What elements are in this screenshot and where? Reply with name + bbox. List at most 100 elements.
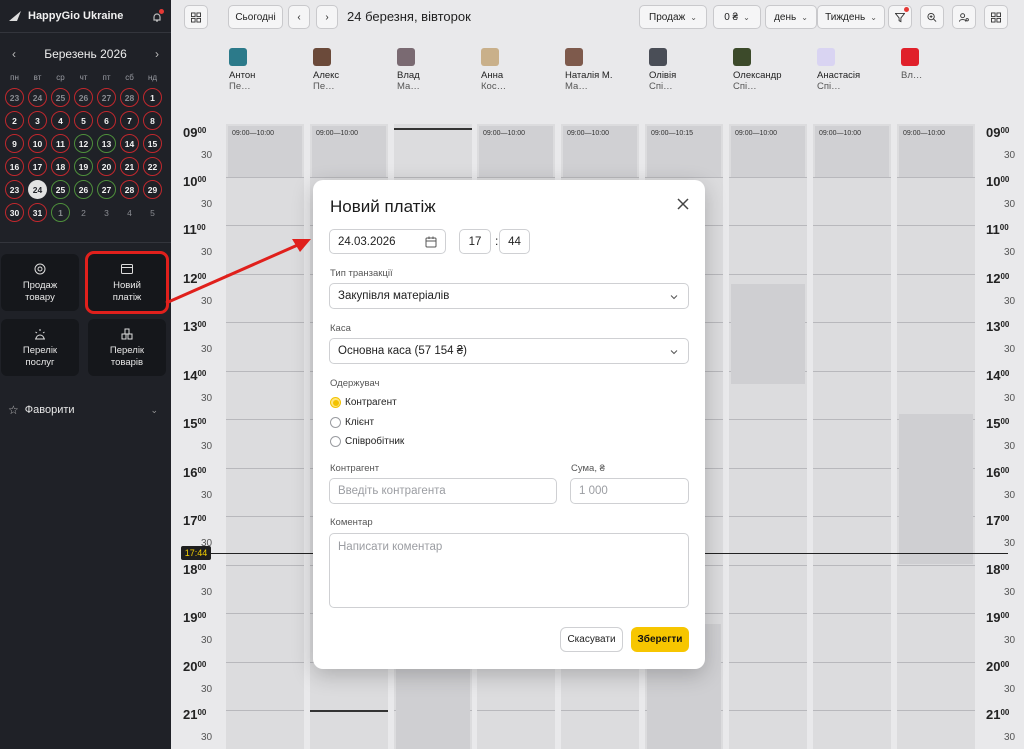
calendar-day[interactable]: 18 [49, 155, 72, 178]
counterparty-input[interactable]: Введіть контрагента [329, 478, 557, 504]
appointment-slot[interactable]: 09:00—10:00 [815, 126, 889, 178]
staff-schedule-column[interactable]: 09:00—10:00 [226, 124, 304, 749]
notifications-bell-icon[interactable] [151, 9, 164, 22]
calendar-day[interactable]: 4 [118, 201, 141, 224]
staff-column-header[interactable]: Владелец [843, 48, 927, 81]
calendar-day[interactable]: 24 [26, 86, 49, 109]
calendar-day[interactable]: 1 [49, 201, 72, 224]
appointment-slot[interactable]: 09:00—10:00 [479, 126, 553, 178]
staff-column-header[interactable]: АннаКосметолог [423, 48, 507, 92]
staff-column-header[interactable]: АнтонПерукар [171, 48, 255, 92]
calendar-day[interactable]: 16 [3, 155, 26, 178]
period-dropdown[interactable]: Тиждень ⌄ [817, 5, 885, 29]
minute-field[interactable]: 44 [499, 229, 530, 254]
transaction-type-select[interactable]: Закупівля матеріалів [329, 283, 689, 309]
calendar-day[interactable]: 27 [95, 86, 118, 109]
next-day-button[interactable]: › [316, 5, 338, 29]
staff-column-header[interactable]: ВладМасажист [339, 48, 423, 92]
favorites-section[interactable]: ☆ Фаворити ⌄ [8, 403, 158, 417]
close-icon[interactable] [675, 196, 691, 212]
calendar-day[interactable]: 11 [49, 132, 72, 155]
calendar-day[interactable]: 27 [95, 178, 118, 201]
calendar-day[interactable]: 9 [3, 132, 26, 155]
date-field[interactable]: 24.03.2026 [329, 229, 446, 254]
calendar-day[interactable]: 23 [3, 86, 26, 109]
appointment-slot[interactable]: 09:00—10:00 [899, 126, 973, 178]
calendar-day[interactable]: 14 [118, 132, 141, 155]
unit-dropdown[interactable]: день ⌄ [765, 5, 817, 29]
calendar-day[interactable]: 22 [141, 155, 164, 178]
calendar-day[interactable]: 30 [3, 201, 26, 224]
staff-schedule-column[interactable]: 09:00—10:00 [813, 124, 891, 749]
calendar-day[interactable]: 3 [95, 201, 118, 224]
calendar-day[interactable]: 20 [95, 155, 118, 178]
appointment-slot[interactable]: 09:00—10:00 [228, 126, 302, 178]
calendar-day[interactable]: 25 [49, 86, 72, 109]
hour-divider [813, 613, 891, 614]
calendar-day[interactable]: 15 [141, 132, 164, 155]
calendar-day[interactable]: 26 [72, 178, 95, 201]
recipient-radio[interactable]: Співробітник [330, 436, 404, 447]
minutes-value: 00 [197, 174, 207, 184]
tile-products-list[interactable]: Перелік товарів [88, 319, 166, 376]
prev-month-icon[interactable]: ‹ [12, 47, 16, 61]
tile-product-sale[interactable]: Продаж товару [1, 254, 79, 311]
prev-day-button[interactable]: ‹ [288, 5, 310, 29]
recipient-radio[interactable]: Контрагент [330, 397, 397, 408]
save-button[interactable]: Зберегти [631, 627, 689, 652]
tile-new-payment[interactable]: Новий платіж [85, 251, 169, 314]
calendar-day[interactable]: 23 [3, 178, 26, 201]
calendar-day[interactable]: 6 [95, 109, 118, 132]
calendar-day[interactable]: 31 [26, 201, 49, 224]
calendar-day[interactable]: 3 [26, 109, 49, 132]
staff-column-header[interactable]: ОлівіяСпівробітник ... [591, 48, 676, 92]
calendar-day[interactable]: 2 [72, 201, 95, 224]
grid-view-button[interactable] [184, 5, 208, 29]
zoom-button[interactable] [920, 5, 944, 29]
today-button[interactable]: Сьогодні [228, 5, 283, 29]
calendar-day[interactable]: 28 [118, 178, 141, 201]
calendar-day[interactable]: 12 [72, 132, 95, 155]
appointment-slot[interactable]: 09:00—10:15 [647, 126, 721, 178]
calendar-day[interactable]: 25 [49, 178, 72, 201]
apps-button[interactable] [984, 5, 1008, 29]
calendar-day[interactable]: 13 [95, 132, 118, 155]
sum-input[interactable]: 1 000 [570, 478, 689, 504]
next-month-icon[interactable]: › [155, 47, 159, 61]
calendar-day[interactable]: 5 [141, 201, 164, 224]
cancel-button[interactable]: Скасувати [560, 627, 623, 652]
calendar-day[interactable]: 5 [72, 109, 95, 132]
calendar-day[interactable]: 10 [26, 132, 49, 155]
calendar-day[interactable]: 2 [3, 109, 26, 132]
recipient-radio[interactable]: Клієнт [330, 416, 374, 428]
comment-textarea[interactable]: Написати коментар [329, 533, 689, 608]
calendar-day[interactable]: 28 [118, 86, 141, 109]
calendar-day[interactable]: 7 [118, 109, 141, 132]
tile-services-list[interactable]: Перелік послуг [1, 319, 79, 376]
calendar-day[interactable]: 17 [26, 155, 49, 178]
calendar-day[interactable]: 24 [26, 178, 49, 201]
calendar-day[interactable]: 19 [72, 155, 95, 178]
appointment-slot[interactable]: 09:00—10:00 [731, 126, 805, 178]
appointment-slot[interactable]: 09:00—10:00 [312, 126, 386, 178]
staff-column-header[interactable]: ОлександрСпівробітник ... [675, 48, 781, 92]
filter-button[interactable] [888, 5, 912, 29]
calendar-day[interactable]: 21 [118, 155, 141, 178]
sales-dropdown[interactable]: Продаж ⌄ [639, 5, 707, 29]
staff-column-header[interactable]: Наталія М.Майстер мані... [507, 48, 612, 92]
cash-select[interactable]: Основна каса (57 154 ₴) [329, 338, 689, 364]
calendar-day[interactable]: 1 [141, 86, 164, 109]
staff-schedule-column[interactable]: 09:00—10:00 [729, 124, 807, 749]
staff-column-header[interactable]: АлексПерукар [255, 48, 339, 92]
users-settings-button[interactable] [952, 5, 976, 29]
calendar-day[interactable]: 4 [49, 109, 72, 132]
appointment-slot[interactable]: 09:00—10:00 [563, 126, 637, 178]
minutes-value: 00 [1000, 514, 1010, 523]
calendar-day[interactable]: 8 [141, 109, 164, 132]
amount-dropdown[interactable]: 0 ₴ ⌄ [713, 5, 761, 29]
calendar-day[interactable]: 29 [141, 178, 164, 201]
hour-field[interactable]: 17 [459, 229, 491, 254]
staff-schedule-column[interactable]: 09:00—10:00 [897, 124, 975, 749]
staff-column-header[interactable]: АнастасіяСпівробітник ... [759, 48, 860, 92]
calendar-day[interactable]: 26 [72, 86, 95, 109]
